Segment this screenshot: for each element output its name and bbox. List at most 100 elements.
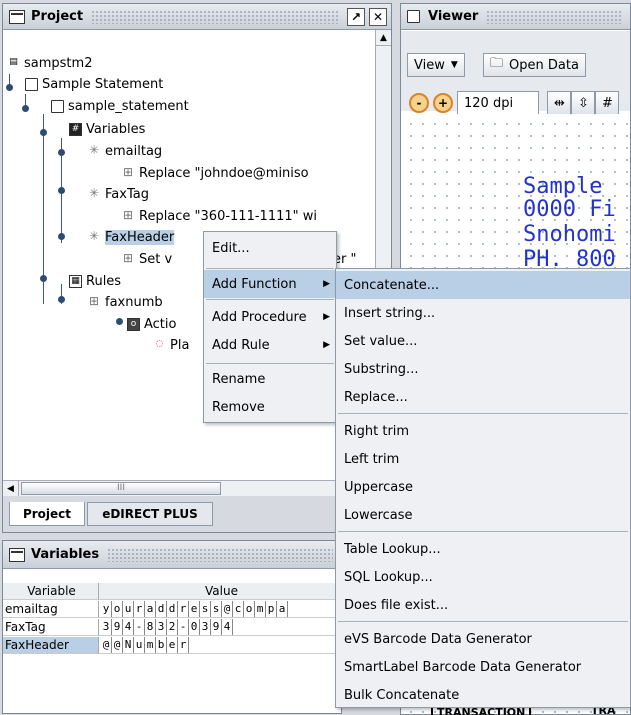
tree-expand-knob[interactable]	[6, 84, 13, 91]
open-data-button[interactable]: 🗀 Open Data	[483, 53, 586, 77]
horizontal-scrollbar[interactable]: ◀ III	[3, 480, 391, 497]
viewer-titlebar: Viewer	[401, 4, 630, 30]
variables-titlebar: Variables	[3, 541, 341, 569]
tree-node-faxnumb[interactable]: ⊞ faxnumb	[87, 295, 163, 310]
menu-item-remove[interactable]: Remove	[204, 393, 336, 421]
menu-item-add-procedure[interactable]: Add Procedure ▶	[204, 303, 336, 331]
maximize-icon[interactable]: ↗	[347, 7, 365, 26]
scroll-left-icon[interactable]: ◀	[3, 481, 19, 497]
dpi-field[interactable]: 120 dpi	[457, 91, 539, 115]
function-menu-item[interactable]: Bulk Concatenate	[336, 681, 630, 709]
tree-node-rules[interactable]: ▦ Rules	[69, 274, 121, 289]
tree-expand-knob[interactable]	[58, 296, 65, 303]
value-char: @	[112, 637, 123, 653]
variable-name-cell[interactable]: FaxTag	[3, 619, 99, 636]
value-char: -	[134, 619, 145, 635]
variable-value-cell[interactable]: y o u r a d d r e s s @ c o m p a	[99, 601, 343, 618]
scroll-up-icon[interactable]: ▲	[376, 30, 391, 46]
placeholder-icon: ◌	[153, 339, 166, 352]
variable-name-cell[interactable]: emailtag	[3, 601, 99, 618]
menu-item-add-rule[interactable]: Add Rule ▶	[204, 331, 336, 359]
fit-height-button[interactable]: ⇳	[571, 91, 595, 115]
variable-name-cell[interactable]: FaxHeader	[3, 637, 99, 654]
value-char: 3	[156, 619, 167, 635]
menu-label: Add Rule	[212, 337, 270, 353]
tree-node-emailtag[interactable]: ✳ emailtag	[87, 144, 162, 159]
menu-item-add-function[interactable]: Add Function ▶	[204, 270, 336, 298]
function-menu-item[interactable]: Right trim	[336, 417, 630, 445]
menu-separator	[338, 531, 628, 532]
column-header-variable[interactable]: Variable	[3, 583, 99, 600]
value-char: u	[134, 637, 145, 653]
tree-expand-knob[interactable]	[58, 187, 65, 194]
fit-width-button[interactable]: ⇹	[547, 91, 571, 115]
tree-expand-knob[interactable]	[58, 233, 65, 240]
view-dropdown[interactable]: View ▼	[407, 53, 465, 77]
function-menu-item[interactable]: Uppercase	[336, 473, 630, 501]
tree-node-faxheader[interactable]: ✳ FaxHeader	[87, 229, 175, 245]
tree-node-pla[interactable]: ◌ Pla	[153, 338, 189, 353]
zoom-in-icon[interactable]: +	[433, 93, 453, 113]
tree-expand-knob[interactable]	[40, 275, 47, 282]
value-char: r	[134, 601, 145, 617]
tree-expand-knob[interactable]	[58, 149, 65, 156]
tree-expand-knob[interactable]	[40, 129, 47, 136]
menu-label: Lowercase	[344, 507, 413, 523]
scroll-thumb[interactable]: III	[21, 482, 221, 495]
function-menu-item[interactable]: SmartLabel Barcode Data Generator	[336, 653, 630, 681]
tree-node-faxtag-action[interactable]: ⊞ Replace "360-111-1111" wi	[121, 209, 317, 224]
function-menu-item[interactable]: eVS Barcode Data Generator	[336, 625, 630, 653]
close-icon[interactable]: ✕	[369, 7, 387, 26]
dpi-value: 120 dpi	[464, 95, 514, 111]
function-menu-item[interactable]: Substring...	[336, 355, 630, 383]
submenu-arrow-icon: ▶	[323, 279, 330, 289]
column-header-value[interactable]: Value	[99, 583, 343, 600]
function-menu-item[interactable]: SQL Lookup...	[336, 563, 630, 591]
menu-label: Table Lookup...	[344, 541, 441, 557]
value-char: a	[277, 601, 288, 617]
tree-node-root[interactable]: ▤ sampstm2	[7, 56, 92, 71]
menu-item-edit[interactable]: Edit...	[204, 234, 336, 262]
tab-edirect-plus[interactable]: eDIRECT PLUS	[87, 502, 213, 526]
tree-node-statement[interactable]: Sample Statement	[25, 77, 163, 92]
function-menu-item[interactable]: Set value...	[336, 327, 630, 355]
tree-node-sample[interactable]: sample_statement	[51, 99, 189, 114]
tree-label: Rules	[86, 274, 122, 289]
function-menu-item[interactable]: Replace...	[336, 383, 630, 411]
function-menu-item[interactable]: Insert string...	[336, 299, 630, 327]
titlebar-grip	[91, 9, 339, 24]
function-menu-item[interactable]: Does file exist...	[336, 591, 630, 619]
grid-button[interactable]: #	[595, 91, 619, 115]
function-menu-item[interactable]: Left trim	[336, 445, 630, 473]
view-label: View	[414, 57, 445, 73]
value-char: s	[211, 601, 222, 617]
tree-node-emailtag-action[interactable]: ⊞ Replace "johndoe@miniso	[121, 166, 309, 181]
tree-label: faxnumb	[105, 295, 163, 310]
value-char: 3	[200, 619, 211, 635]
value-char: 4	[222, 619, 233, 635]
function-menu-item[interactable]: Concatenate...	[336, 271, 630, 299]
tree-node-faxtag[interactable]: ✳ FaxTag	[87, 187, 149, 202]
function-menu-item[interactable]: Table Lookup...	[336, 535, 630, 563]
tab-label: Project	[22, 506, 72, 521]
tree-node-variables[interactable]: # Variables	[69, 122, 145, 137]
fit-height-icon: ⇳	[578, 95, 589, 111]
function-menu-item[interactable]: Lowercase	[336, 501, 630, 529]
tree-expand-knob[interactable]	[116, 318, 123, 325]
variables-title: Variables	[31, 547, 100, 562]
value-char: o	[244, 601, 255, 617]
variable-value-cell[interactable]: @ @ Nu m b e r	[99, 637, 343, 654]
tree-node-actio[interactable]: o Actio	[127, 317, 176, 332]
tree-label: sampstm2	[24, 56, 93, 71]
variable-icon: ✳	[87, 143, 101, 158]
menu-label: eVS Barcode Data Generator	[344, 631, 532, 647]
tree-node-faxheader-action[interactable]: ⊞ Set v	[121, 252, 172, 267]
action-icon: ⊞	[121, 208, 135, 223]
zoom-out-icon[interactable]: -	[409, 93, 429, 113]
variable-value-cell[interactable]: 394-832-0394	[99, 619, 343, 636]
menu-item-rename[interactable]: Rename	[204, 365, 336, 393]
tree-expand-knob[interactable]	[22, 105, 29, 112]
tab-project[interactable]: Project	[9, 502, 85, 526]
variable-icon: ✳	[87, 229, 101, 244]
window-icon	[9, 547, 25, 562]
